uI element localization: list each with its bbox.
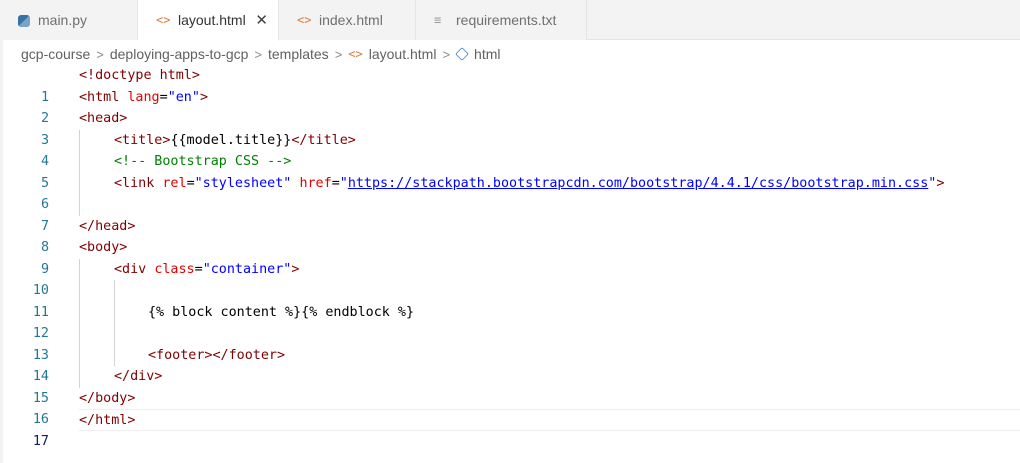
chevron-right-icon: > <box>96 46 104 62</box>
code-text: <html lang="en"> <box>79 89 208 105</box>
tab-label: requirements.txt <box>456 12 557 28</box>
current-code-line: 17 </html> <box>0 409 1020 449</box>
chevron-right-icon: > <box>442 46 451 62</box>
python-file-icon <box>18 15 30 27</box>
code-text: <!-- Bootstrap CSS --> <box>114 154 292 169</box>
breadcrumb-item[interactable]: deploying-apps-to-gcp <box>110 46 249 62</box>
indent-guide <box>79 129 80 151</box>
indent-guide <box>114 344 115 366</box>
indent-guide <box>114 323 115 345</box>
indent-guide <box>79 194 80 216</box>
tab-requirements-txt[interactable]: ≡ requirements.txt <box>416 0 587 40</box>
html-file-icon: <> <box>297 13 312 27</box>
editor-window: main.py <> layout.html ✕ <> index.html ≡… <box>0 0 1020 463</box>
symbol-element-icon <box>455 47 469 61</box>
code-line: 4 <title>{{model.title}}</title> <box>0 129 1020 169</box>
indent-guide <box>79 344 80 366</box>
chevron-right-icon: > <box>334 46 343 62</box>
code-line: 9 <body> <box>0 237 1020 277</box>
code-line: 10 <div class="container"> <box>0 258 1020 298</box>
code-line: 7 <box>0 194 1020 234</box>
code-line: 8 </head> <box>0 216 1020 256</box>
code-text: <head> <box>79 111 128 126</box>
close-icon[interactable]: ✕ <box>254 11 270 29</box>
breadcrumb-item[interactable]: templates <box>268 46 329 62</box>
tab-layout-html[interactable]: <> layout.html ✕ <box>138 0 279 41</box>
code-line: 12 {% block content %}{% endblock %} <box>0 301 1020 341</box>
code-line: 16 </body> <box>0 388 1020 428</box>
code-line: 15 </div> <box>0 366 1020 406</box>
code-text: <!doctype html> <box>79 68 200 83</box>
indent-guide <box>79 323 80 345</box>
code-text: <title>{{model.title}}</title> <box>114 132 356 148</box>
breadcrumb-item[interactable]: html <box>474 46 500 62</box>
code-text: </div> <box>114 369 163 384</box>
code-line: 1 <!doctype html> <box>0 65 1020 105</box>
code-line: 6 <link rel="stylesheet" href="https://s… <box>0 172 1020 212</box>
breadcrumb-item[interactable]: gcp-course <box>21 46 90 62</box>
breadcrumb: gcp-course > deploying-apps-to-gcp > tem… <box>0 41 1020 67</box>
html-file-icon: <> <box>348 47 363 61</box>
code-line: 2 <html lang="en"> <box>0 87 1020 127</box>
code-line: 5 <!-- Bootstrap CSS --> <box>0 151 1020 191</box>
code-editor[interactable]: 1 <!doctype html> 2 <html lang="en"> 3 <… <box>0 65 1020 463</box>
indent-guide <box>79 280 80 302</box>
code-text: <div class="container"> <box>114 261 300 277</box>
indent-guide <box>79 258 80 280</box>
code-line: 13 <box>0 323 1020 363</box>
tab-label: layout.html <box>178 12 246 28</box>
code-text: </html> <box>79 413 136 428</box>
code-line: 3 <head> <box>0 108 1020 148</box>
chevron-right-icon: > <box>254 46 262 62</box>
code-line: 14 <footer></footer> <box>0 344 1020 384</box>
html-file-icon: <> <box>156 13 171 27</box>
tab-main-py[interactable]: main.py <box>0 0 138 40</box>
code-text: </body> <box>79 390 136 406</box>
line-number: 17 <box>32 433 49 449</box>
tab-index-html[interactable]: <> index.html <box>279 0 416 40</box>
tab-label: main.py <box>38 12 88 28</box>
code-line: 11 <box>0 280 1020 320</box>
indent-guide <box>114 280 115 302</box>
code-text: </head> <box>79 218 136 234</box>
tab-label: index.html <box>319 12 383 28</box>
code-text: <link rel="stylesheet" href="https://sta… <box>114 175 945 191</box>
indent-guide <box>79 366 80 388</box>
url-link[interactable]: https://stackpath.bootstrapcdn.com/boots… <box>348 176 928 191</box>
code-text: <body> <box>79 240 128 255</box>
tab-bar: main.py <> layout.html ✕ <> index.html ≡… <box>0 0 1020 41</box>
indent-guide <box>79 172 80 194</box>
text-file-icon: ≡ <box>434 13 442 27</box>
indent-guide <box>79 301 80 323</box>
code-text: {% block content %}{% endblock %} <box>148 304 415 320</box>
indent-guide <box>79 151 80 173</box>
code-text: <footer></footer> <box>148 347 286 363</box>
indent-guide <box>114 301 115 323</box>
breadcrumb-item[interactable]: layout.html <box>369 46 437 62</box>
